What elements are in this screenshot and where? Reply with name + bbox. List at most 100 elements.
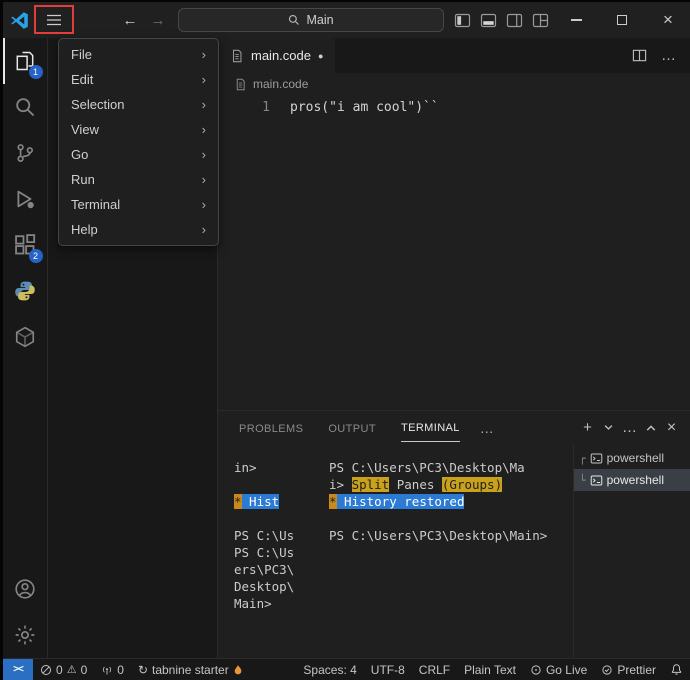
terminal-text: Main> xyxy=(234,596,272,611)
activity-explorer-button[interactable]: 1 xyxy=(3,38,48,84)
command-center-search[interactable]: Main xyxy=(178,8,444,32)
terminal-match: * xyxy=(234,494,242,509)
tab-main-code[interactable]: main.code ● xyxy=(218,38,336,73)
file-icon xyxy=(236,78,245,90)
warning-count: 0 xyxy=(80,662,88,677)
activity-pros-extension-button[interactable] xyxy=(3,314,48,360)
tab-label: main.code xyxy=(251,48,311,63)
terminal-text: PS C:\Us xyxy=(234,545,295,560)
language-label: Plain Text xyxy=(464,662,516,677)
breadcrumb-item[interactable]: main.code xyxy=(253,77,308,91)
explorer-badge: 1 xyxy=(28,65,43,79)
editor-more-actions-button[interactable]: … xyxy=(661,47,676,64)
activity-source-control-button[interactable] xyxy=(3,130,48,176)
tab-problems[interactable]: PROBLEMS xyxy=(239,414,303,442)
panel-tabs-overflow-button[interactable]: … xyxy=(480,420,494,436)
menu-item-view[interactable]: View › xyxy=(59,117,218,142)
tab-output[interactable]: OUTPUT xyxy=(328,414,376,442)
terminal-tab-powershell-1[interactable]: ┌ powershell xyxy=(574,447,690,469)
new-terminal-button[interactable]: + xyxy=(577,417,598,439)
activity-run-debug-button[interactable] xyxy=(3,176,48,222)
menu-item-help[interactable]: Help › xyxy=(59,217,218,242)
panel-more-actions-button[interactable]: … xyxy=(619,417,640,439)
activity-extensions-button[interactable]: 2 xyxy=(3,222,48,268)
eol-label: CRLF xyxy=(418,662,451,677)
file-icon xyxy=(232,49,242,62)
terminal-tab-powershell-2[interactable]: └ powershell xyxy=(574,469,690,491)
python-icon xyxy=(15,281,35,301)
account-button[interactable] xyxy=(3,566,48,612)
settings-gear-button[interactable] xyxy=(3,612,48,658)
go-live-icon xyxy=(531,664,541,675)
toggle-panel-button[interactable] xyxy=(475,7,501,33)
indent-status[interactable]: Spaces: 4 xyxy=(296,659,363,680)
chevron-right-icon: › xyxy=(201,72,206,87)
eol-status[interactable]: CRLF xyxy=(412,659,457,680)
tab-terminal[interactable]: TERMINAL xyxy=(400,413,460,442)
bottom-panel: PROBLEMS OUTPUT TERMINAL … + … × in> * H… xyxy=(218,410,690,658)
remote-indicator[interactable]: >< xyxy=(3,659,33,680)
terminal-text: PS C:\Us xyxy=(234,528,295,543)
command-center-text: Main xyxy=(306,13,334,27)
toggle-sidebar-button[interactable] xyxy=(449,7,475,33)
close-panel-button[interactable]: × xyxy=(661,417,682,439)
bell-icon xyxy=(671,664,682,675)
code-line: pros("i am cool")`` xyxy=(290,100,439,115)
go-live-status[interactable]: Go Live xyxy=(523,659,594,680)
menu-hamburger-button[interactable] xyxy=(41,7,67,33)
menu-item-run[interactable]: Run › xyxy=(59,167,218,192)
activity-search-button[interactable] xyxy=(3,84,48,130)
split-branch-bottom: └ xyxy=(579,473,586,487)
modified-dot-icon[interactable]: ● xyxy=(318,51,323,61)
prettier-check-icon xyxy=(602,664,612,675)
minimize-button[interactable] xyxy=(563,7,589,33)
menu-item-go[interactable]: Go › xyxy=(59,142,218,167)
layout-panel-icon xyxy=(480,13,496,27)
maximize-panel-button[interactable] xyxy=(640,417,661,439)
menu-item-edit[interactable]: Edit › xyxy=(59,67,218,92)
terminal-pane-main[interactable]: PS C:\Users\PC3\Desktop\Ma i> Split Pane… xyxy=(325,444,573,658)
chevron-right-icon: › xyxy=(201,122,206,137)
terminal-pane-left[interactable]: in> * Hist PS C:\Us PS C:\Us ers\PC3\ De… xyxy=(218,444,325,658)
editor-tab-bar: main.code ● … xyxy=(218,38,690,73)
tabnine-status[interactable]: ↻ tabnine starter xyxy=(131,659,250,680)
menu-item-terminal[interactable]: Terminal › xyxy=(59,192,218,217)
vscode-logo-icon xyxy=(9,10,29,30)
menu-item-selection[interactable]: Selection › xyxy=(59,92,218,117)
menu-item-label: Edit xyxy=(71,72,94,87)
tabnine-label: tabnine starter xyxy=(152,662,229,677)
maximize-button[interactable] xyxy=(609,7,635,33)
close-window-button[interactable]: × xyxy=(655,7,681,33)
terminal-text: i> xyxy=(329,477,352,492)
title-bar: ← → Main × xyxy=(3,2,690,38)
problems-status[interactable]: 0 ⚠ 0 xyxy=(33,659,94,680)
toggle-secondary-sidebar-button[interactable] xyxy=(501,7,527,33)
menu-item-label: Go xyxy=(71,147,89,162)
prettier-status[interactable]: Prettier xyxy=(594,659,663,680)
ports-status[interactable]: 0 xyxy=(94,659,131,680)
status-bar: >< 0 ⚠ 0 0 ↻ tabnine starter Spaces: 4 U… xyxy=(3,658,690,680)
layout-sidebar-right-icon xyxy=(506,13,522,27)
split-editor-button[interactable] xyxy=(632,48,647,63)
extensions-badge: 2 xyxy=(28,249,43,263)
encoding-status[interactable]: UTF-8 xyxy=(364,659,412,680)
ports-count: 0 xyxy=(117,662,124,677)
terminal-selection: History restored xyxy=(336,494,465,509)
code-editor[interactable]: 1 pros("i am cool")`` xyxy=(218,95,690,410)
notifications-bell-button[interactable] xyxy=(663,659,690,680)
forward-button[interactable]: → xyxy=(145,7,171,33)
encoding-label: UTF-8 xyxy=(370,662,405,677)
indent-label: Spaces: 4 xyxy=(303,662,357,677)
layout-sidebar-left-icon xyxy=(454,13,470,27)
terminal-profile-dropdown-button[interactable] xyxy=(598,417,619,439)
terminal-match: Split xyxy=(351,477,390,492)
breadcrumb[interactable]: main.code xyxy=(218,73,690,95)
menu-item-label: Selection xyxy=(71,97,125,112)
customize-layout-button[interactable] xyxy=(527,7,553,33)
activity-python-button[interactable] xyxy=(3,268,48,314)
minimize-icon xyxy=(570,19,582,21)
back-button[interactable]: ← xyxy=(117,7,143,33)
menu-item-file[interactable]: File › xyxy=(59,42,218,67)
language-mode-status[interactable]: Plain Text xyxy=(457,659,523,680)
panel-header: PROBLEMS OUTPUT TERMINAL … + … × xyxy=(218,411,690,444)
